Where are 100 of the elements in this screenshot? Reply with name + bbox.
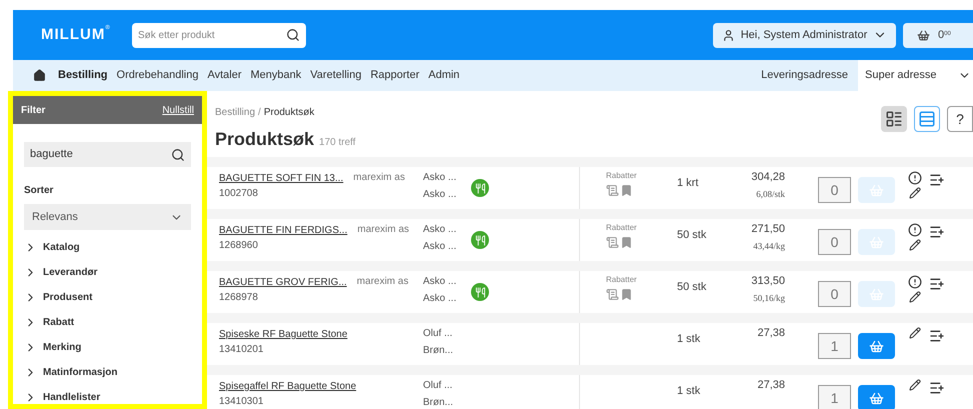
sort-label: Sorter: [24, 184, 54, 198]
distributor-name: Asko ...: [423, 171, 458, 185]
nav-link[interactable]: Rapporter: [370, 67, 420, 84]
nav-link[interactable]: Admin: [428, 67, 460, 84]
scroll-icon: [606, 184, 619, 197]
home-icon[interactable]: [33, 69, 46, 82]
filter-search-field[interactable]: baguette: [24, 142, 191, 167]
add-to-list-icon[interactable]: [929, 224, 945, 240]
info-icon[interactable]: [908, 171, 922, 185]
basket-icon: [869, 182, 884, 198]
bookmark-icon: [620, 236, 633, 249]
edit-icon[interactable]: [909, 327, 921, 339]
product-link[interactable]: BAGUETTE GROV FERIG...: [219, 275, 347, 291]
sort-select[interactable]: Relevans: [24, 204, 191, 230]
distributor-name: Asko ...: [423, 188, 458, 202]
grid-icon: [885, 110, 903, 128]
filter-group[interactable]: Handlelister: [24, 385, 191, 409]
filter-group[interactable]: Katalog: [24, 235, 191, 260]
user-menu-button[interactable]: Hei, System Administrator: [713, 22, 896, 48]
filter-group[interactable]: Leverandør: [24, 260, 191, 285]
page-title: Produktsøk: [215, 128, 314, 151]
info-icon[interactable]: [908, 223, 922, 237]
price: 27,38: [757, 326, 785, 341]
product-link[interactable]: Spisegaffel RF Baguette Stone: [219, 379, 356, 395]
user-icon: [722, 28, 735, 42]
supplier-name: marexim as: [353, 171, 405, 185]
nav-link[interactable]: Bestilling: [58, 67, 108, 84]
bookmark-icon: [620, 184, 633, 197]
breadcrumb-separator: /: [258, 106, 261, 120]
filter-group[interactable]: Merking: [24, 335, 191, 360]
quantity-field[interactable]: 1: [818, 333, 851, 359]
quantity-field[interactable]: 0: [818, 281, 851, 307]
nav-link[interactable]: Avtaler: [207, 67, 242, 84]
help-button[interactable]: ?: [947, 106, 973, 132]
unit-price: 43,44/kg: [753, 240, 785, 253]
add-to-cart-button[interactable]: [858, 333, 895, 359]
info-icon[interactable]: [908, 275, 922, 289]
supplier-name: marexim as: [357, 223, 410, 237]
price: 27,38: [757, 378, 785, 393]
add-to-list-icon[interactable]: [929, 276, 945, 292]
list-view-button[interactable]: [914, 106, 940, 132]
add-to-list-icon[interactable]: [929, 380, 945, 396]
product-number: 1268978: [219, 291, 258, 305]
nav-link[interactable]: Ordrebehandling: [116, 67, 198, 84]
distributor-name: Oluf ...: [423, 327, 454, 341]
add-to-list-icon[interactable]: [929, 172, 945, 188]
filter-group[interactable]: Matinformasjon: [24, 360, 191, 385]
breadcrumb-link[interactable]: Produktsøk: [264, 105, 314, 120]
product-number: 1002708: [219, 187, 258, 201]
product-link[interactable]: BAGUETTE FIN FERDIGS...: [219, 223, 348, 239]
logo: MILLUM: [41, 24, 106, 45]
product-link[interactable]: BAGUETTE SOFT FIN 13...: [219, 171, 344, 187]
distributor-name: Oluf ...: [423, 379, 454, 393]
filter-group[interactable]: Produsent: [24, 285, 191, 310]
bookmark-icon: [620, 288, 633, 301]
product-number: 13410301: [219, 395, 264, 409]
distributor-name: Asko ...: [423, 275, 458, 289]
edit-icon[interactable]: [909, 239, 921, 251]
nav-link[interactable]: Varetelling: [310, 67, 362, 84]
add-to-cart-button[interactable]: [858, 385, 895, 409]
edit-icon[interactable]: [909, 291, 921, 303]
search-icon: [171, 148, 185, 162]
package-unit: 50 stk: [677, 281, 706, 293]
grid-view-button[interactable]: [881, 106, 907, 132]
product-link[interactable]: Spiseske RF Baguette Stone: [219, 327, 348, 343]
distributor-name: Brøn...: [423, 396, 454, 409]
edit-icon[interactable]: [909, 187, 921, 199]
package-unit: 1 stk: [677, 333, 700, 345]
discount-label: Rabatter: [606, 274, 638, 286]
unit-price: 6,08/stk: [756, 188, 785, 201]
edit-icon[interactable]: [909, 379, 921, 391]
delivery-address-select[interactable]: Super adresse: [858, 60, 973, 91]
package-unit: 1 stk: [677, 385, 700, 397]
package-unit: 50 stk: [677, 229, 706, 241]
search-input[interactable]: Søk etter produkt: [138, 28, 268, 42]
cart-button[interactable]: 0$^{00}$: [903, 22, 973, 48]
distributor-name: Asko ...: [423, 223, 458, 237]
breadcrumb-link[interactable]: Bestilling: [215, 105, 256, 120]
list-icon: [918, 110, 936, 128]
price: 271,50: [751, 222, 785, 237]
basket-icon: [869, 234, 884, 250]
discount-label: Rabatter: [606, 170, 638, 182]
hit-count: 170 treff: [319, 136, 356, 150]
discount-label: Rabatter: [606, 222, 638, 234]
search-icon: [286, 28, 300, 42]
reset-link[interactable]: Nullstill: [162, 102, 194, 118]
delivery-address-label: Leveringsadresse: [761, 68, 848, 84]
quantity-field[interactable]: 1: [818, 385, 851, 409]
package-unit: 1 krt: [677, 177, 698, 189]
distributor-name: Asko ...: [423, 240, 458, 254]
filter-title: Filter: [21, 104, 46, 118]
filter-search-input[interactable]: baguette: [30, 146, 150, 163]
quantity-field[interactable]: 0: [818, 177, 851, 203]
product-number: 1268960: [219, 239, 258, 253]
quantity-field[interactable]: 0: [818, 229, 851, 255]
filter-group[interactable]: Rabatt: [24, 310, 191, 335]
search-field[interactable]: Søk etter produkt: [132, 22, 306, 48]
nav-link[interactable]: Menybank: [250, 67, 302, 84]
unit-price: 50,16/kg: [753, 292, 785, 305]
add-to-list-icon[interactable]: [929, 328, 945, 344]
